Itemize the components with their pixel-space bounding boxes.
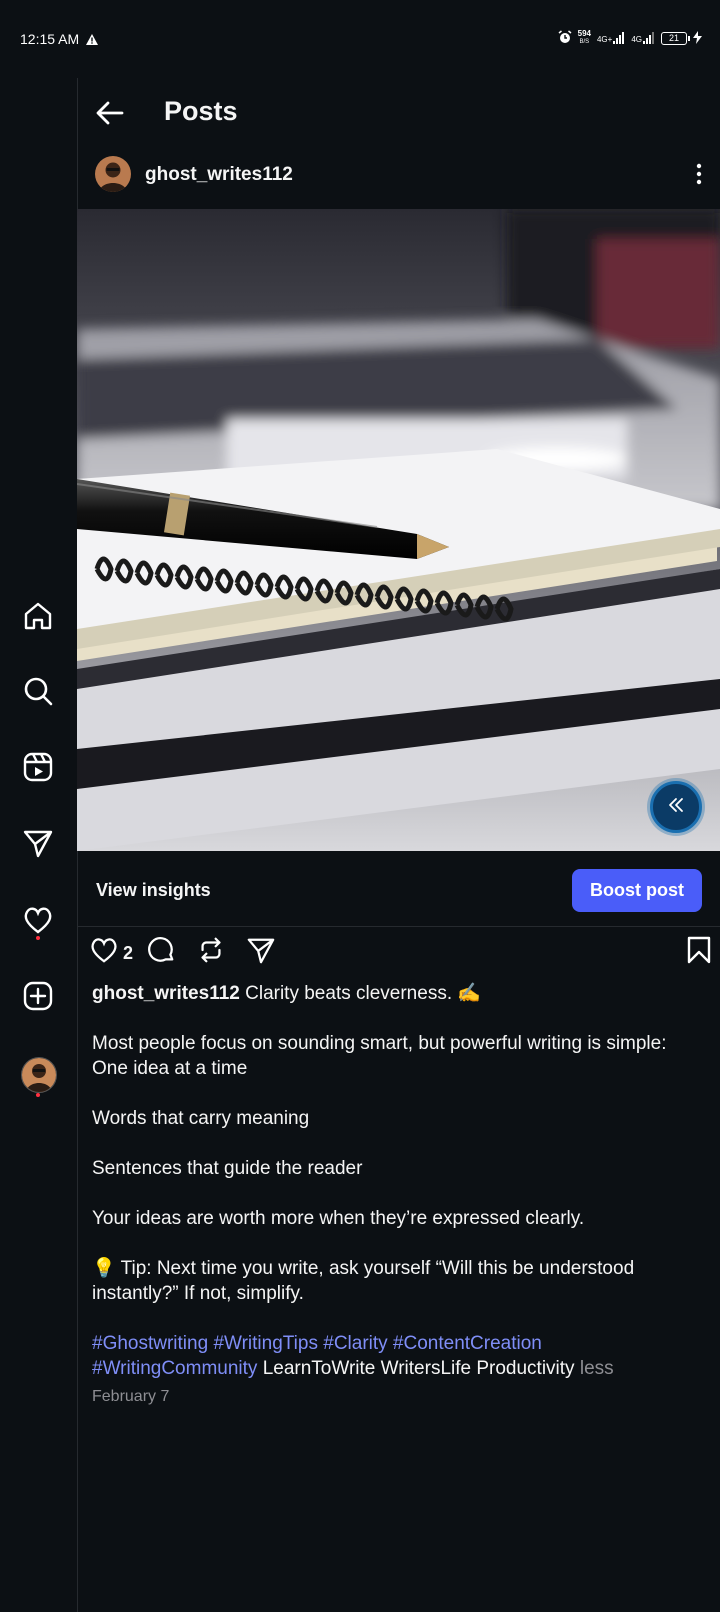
status-time: 12:15 AM xyxy=(20,31,80,47)
status-bar: 12:15 AM 594 B/S 4G+ 4G 21 xyxy=(0,0,720,78)
heart-icon[interactable] xyxy=(22,904,54,936)
less-link[interactable]: less xyxy=(580,1358,614,1379)
profile-avatar[interactable] xyxy=(21,1057,57,1093)
post-header: ghost_writes112 xyxy=(77,156,720,208)
caption-tip: 💡 Tip: Next time you write, ask yourself… xyxy=(92,1258,635,1304)
more-options-icon[interactable] xyxy=(694,162,704,191)
caption-headline: Clarity beats cleverness. ✍️ xyxy=(245,983,482,1004)
profile-notification-dot xyxy=(36,1093,40,1097)
direct-icon[interactable] xyxy=(22,827,54,859)
like-icon[interactable] xyxy=(89,935,119,970)
signal-4g: 4G xyxy=(631,32,655,44)
battery-indicator: 21 xyxy=(661,31,690,45)
author-username[interactable]: ghost_writes112 xyxy=(145,164,293,186)
caption-first-line: ghost_writes112 Clarity beats cleverness… xyxy=(92,981,702,1006)
caption-username[interactable]: ghost_writes112 xyxy=(92,983,240,1004)
hashtag-link[interactable]: #WritingCommunity xyxy=(92,1358,257,1379)
caption-hashtags-2: #WritingCommunity LearnToWrite WritersLi… xyxy=(92,1356,702,1381)
back-arrow-icon[interactable] xyxy=(95,98,125,133)
create-icon[interactable] xyxy=(22,980,54,1012)
signal-bars-icon xyxy=(613,32,625,44)
hashtag-links[interactable]: #Ghostwriting #WritingTips #Clarity #Con… xyxy=(92,1333,542,1354)
post-actions: 2 xyxy=(77,935,720,979)
signal-bars-icon xyxy=(643,32,654,44)
status-indicators: 594 B/S 4G+ 4G 21 xyxy=(558,30,702,46)
carousel-collapse-button[interactable] xyxy=(650,781,702,833)
share-icon[interactable] xyxy=(246,935,276,970)
caption-line: Sentences that guide the reader xyxy=(92,1158,363,1179)
net-speed: 594 B/S xyxy=(577,29,591,46)
home-icon[interactable] xyxy=(22,600,54,632)
caption-line: One idea at a time xyxy=(92,1058,248,1079)
boost-post-button[interactable]: Boost post xyxy=(572,869,702,912)
plain-tags: LearnToWrite WritersLife Productivity xyxy=(262,1358,575,1379)
top-bar: Posts xyxy=(77,78,720,150)
double-chevron-left-icon xyxy=(667,796,685,819)
signal-4gplus: 4G+ xyxy=(597,32,625,44)
search-icon[interactable] xyxy=(22,675,54,707)
warning-icon xyxy=(86,32,98,50)
caption-line: Your ideas are worth more when they’re e… xyxy=(92,1208,585,1229)
post-detail: Posts ghost_writes112 View insights Boos… xyxy=(77,78,720,1612)
comment-icon[interactable] xyxy=(146,935,176,970)
nav-rail xyxy=(0,78,78,1612)
view-insights-link[interactable]: View insights xyxy=(96,880,211,901)
post-date: February 7 xyxy=(92,1388,170,1405)
post-caption: ghost_writes112 Clarity beats cleverness… xyxy=(92,981,702,1381)
like-count[interactable]: 2 xyxy=(123,943,133,964)
reels-icon[interactable] xyxy=(22,751,54,783)
author-avatar[interactable] xyxy=(95,156,131,192)
alarm-icon xyxy=(558,30,572,46)
insights-bar: View insights Boost post xyxy=(77,851,720,927)
notification-dot xyxy=(36,936,40,940)
charging-icon xyxy=(693,30,702,46)
caption-hashtags: #Ghostwriting #WritingTips #Clarity #Con… xyxy=(92,1331,702,1356)
caption-line: Most people focus on sounding smart, but… xyxy=(92,1033,667,1054)
notebook-pen-photo xyxy=(77,209,720,851)
save-icon[interactable] xyxy=(685,935,713,970)
post-image[interactable] xyxy=(77,209,720,851)
repost-icon[interactable] xyxy=(196,935,226,970)
caption-line: Words that carry meaning xyxy=(92,1108,310,1129)
page-title: Posts xyxy=(164,96,238,126)
